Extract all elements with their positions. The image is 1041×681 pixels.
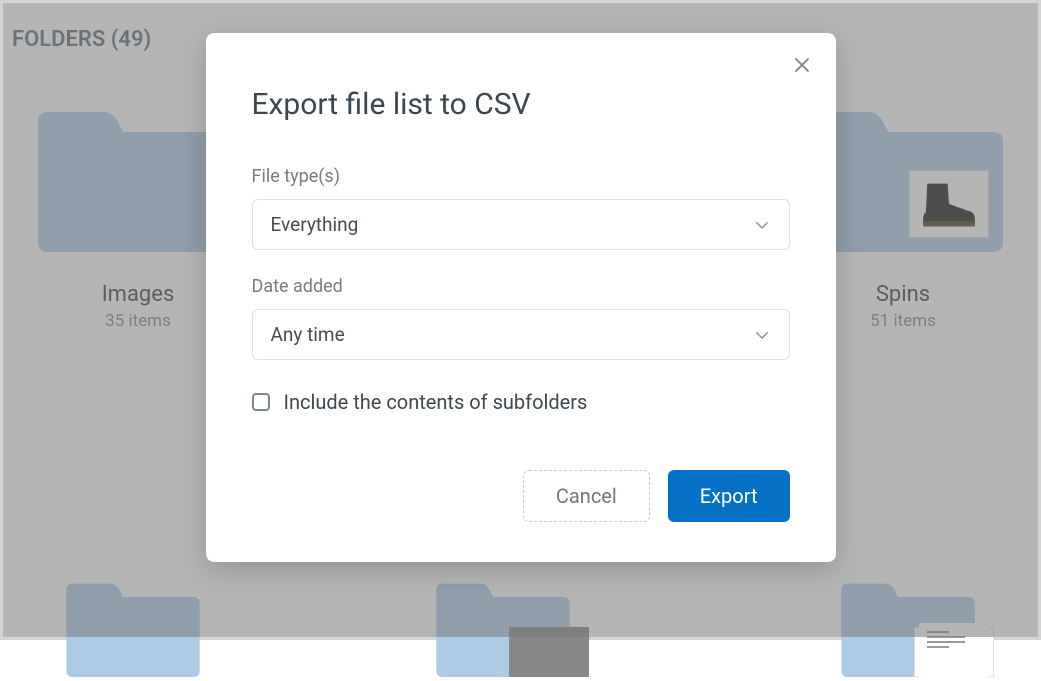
close-icon bbox=[793, 56, 811, 74]
include-subfolders-label: Include the contents of subfolders bbox=[284, 390, 588, 414]
export-button[interactable]: Export bbox=[668, 470, 790, 522]
date-added-value: Any time bbox=[271, 323, 345, 346]
date-added-select[interactable]: Any time bbox=[252, 309, 790, 360]
modal-actions: Cancel Export bbox=[252, 470, 790, 522]
chevron-down-icon bbox=[753, 326, 771, 344]
modal-title: Export file list to CSV bbox=[252, 87, 790, 122]
checkbox-icon bbox=[252, 393, 270, 411]
close-button[interactable] bbox=[790, 53, 814, 77]
date-added-field: Date added Any time bbox=[252, 276, 790, 360]
date-added-label: Date added bbox=[252, 276, 790, 297]
file-type-value: Everything bbox=[271, 213, 359, 236]
include-subfolders-checkbox[interactable]: Include the contents of subfolders bbox=[252, 390, 790, 414]
export-csv-modal: Export file list to CSV File type(s) Eve… bbox=[206, 33, 836, 562]
chevron-down-icon bbox=[753, 216, 771, 234]
modal-overlay: Export file list to CSV File type(s) Eve… bbox=[3, 3, 1038, 637]
file-type-label: File type(s) bbox=[252, 166, 790, 187]
cancel-button[interactable]: Cancel bbox=[523, 470, 650, 522]
file-type-select[interactable]: Everything bbox=[252, 199, 790, 250]
file-type-field: File type(s) Everything bbox=[252, 166, 790, 250]
